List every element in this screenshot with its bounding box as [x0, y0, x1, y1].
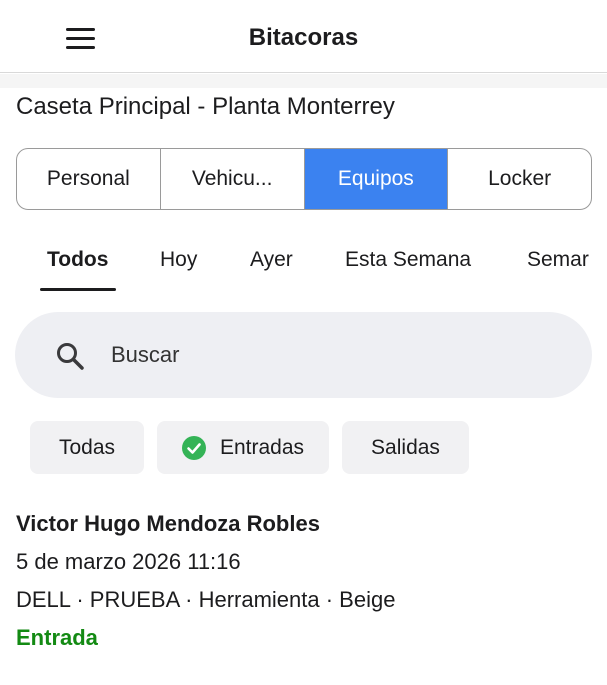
filter-chip-todas[interactable]: Todas [30, 421, 144, 474]
filter-chip-label: Salidas [371, 435, 440, 459]
segment-locker[interactable]: Locker [448, 149, 591, 209]
entry-person-name: Victor Hugo Mendoza Robles [16, 511, 320, 536]
search-icon [57, 343, 84, 370]
page-title: Bitacoras [248, 24, 359, 51]
search-input[interactable] [111, 338, 551, 372]
active-tab-indicator [40, 288, 116, 291]
app-screen: Bitacoras Caseta Principal - Planta Mont… [0, 0, 607, 685]
entry-datetime: 5 de marzo 2026 11:16 [16, 549, 241, 574]
entry-details: DELL · PRUEBA · Herramienta · Beige [16, 587, 396, 612]
date-filter-tabs: Todos Hoy Ayer Esta Semana Semar [0, 232, 607, 292]
location-label: Caseta Principal - Planta Monterrey [16, 93, 395, 120]
tab-todos[interactable]: Todos [47, 248, 108, 272]
header-divider [0, 74, 607, 88]
category-segmented-control: Personal Vehicu... Equipos Locker [16, 148, 592, 210]
filter-chip-salidas[interactable]: Salidas [342, 421, 469, 474]
filter-chip-label: Todas [58, 435, 116, 459]
segment-equipos[interactable]: Equipos [304, 149, 449, 209]
check-circle-icon [181, 435, 206, 460]
entry-type-badge: Entrada [16, 625, 98, 650]
tab-esta-semana[interactable]: Esta Semana [345, 248, 471, 272]
search-bar[interactable] [15, 312, 592, 398]
filter-chip-label: Entradas [219, 435, 305, 459]
filter-chip-entradas[interactable]: Entradas [157, 421, 329, 474]
tab-ayer[interactable]: Ayer [250, 248, 293, 272]
segment-personal[interactable]: Personal [17, 149, 161, 209]
tab-semana-pasada[interactable]: Semar [527, 248, 589, 272]
segment-vehiculos[interactable]: Vehicu... [161, 149, 305, 209]
app-header: Bitacoras [0, 0, 607, 73]
tab-hoy[interactable]: Hoy [160, 248, 197, 272]
log-entry[interactable]: Victor Hugo Mendoza Robles 5 de marzo 20… [16, 508, 596, 654]
